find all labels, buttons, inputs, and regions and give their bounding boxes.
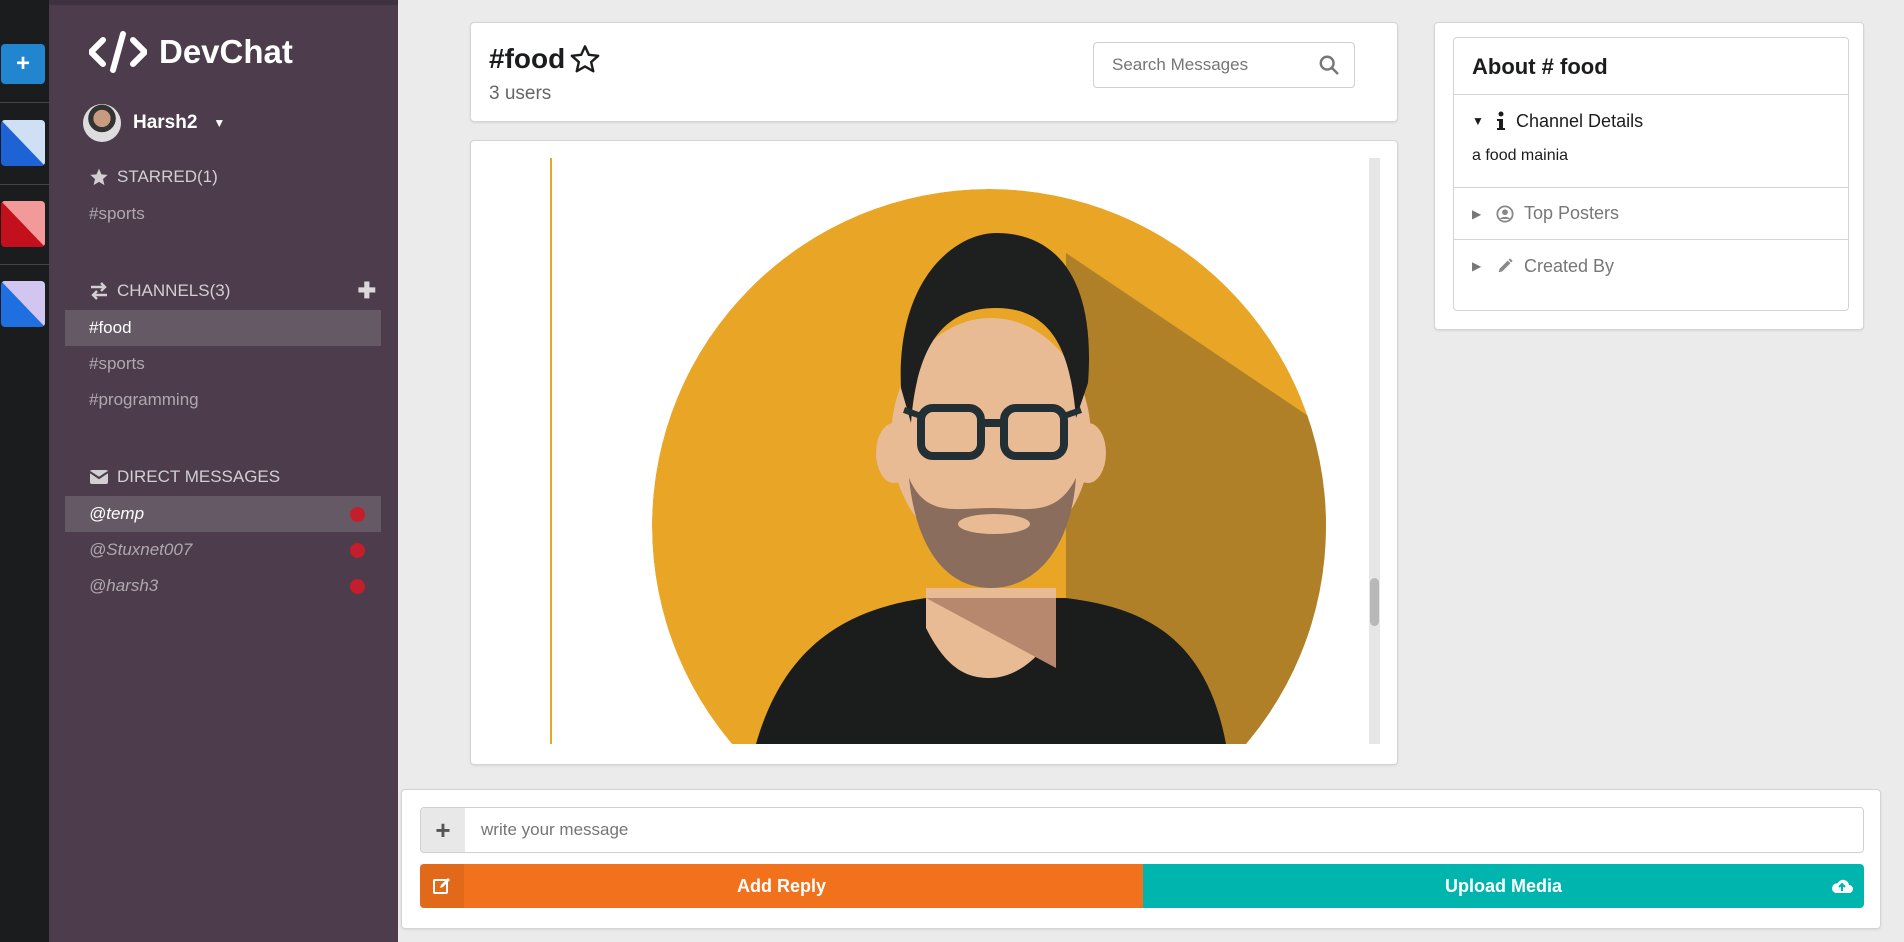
cloud-upload-icon	[1820, 864, 1864, 908]
message-list	[470, 140, 1398, 765]
channel-description: a food mainia	[1454, 147, 1848, 188]
color-swatch[interactable]	[1, 120, 45, 166]
upload-media-label: Upload Media	[1444, 875, 1562, 896]
dm-header: DIRECT MESSAGES	[89, 467, 280, 487]
user-menu[interactable]: Harsh2 ▼	[83, 104, 225, 142]
offline-status-dot	[350, 579, 365, 594]
about-panel: About # food ▼ Channel Details a food ma…	[1453, 37, 1849, 311]
dm-item-harsh3[interactable]: @harsh3	[65, 568, 381, 604]
starred-header-label: STARRED(1)	[117, 167, 218, 186]
created-by-toggle[interactable]: ▶ Created By	[1454, 240, 1848, 292]
user-count: 3 users	[489, 83, 552, 104]
search-icon[interactable]	[1318, 54, 1340, 76]
message-input-group: +	[420, 807, 1864, 853]
channels-header: CHANNELS(3)	[89, 281, 230, 301]
channel-item-programming[interactable]: #programming	[65, 382, 381, 418]
color-swatch[interactable]	[1, 201, 45, 247]
channel-label: #sports	[89, 354, 145, 373]
dm-label: @temp	[89, 504, 145, 523]
channels-header-label: CHANNELS(3)	[117, 281, 231, 300]
user-circle-icon	[1496, 204, 1514, 223]
edit-icon	[420, 864, 464, 908]
add-reply-label: Add Reply	[736, 875, 826, 896]
about-title: About # food	[1454, 38, 1848, 95]
divider	[0, 264, 49, 265]
meta-panel: About # food ▼ Channel Details a food ma…	[1434, 22, 1864, 330]
channel-item-food[interactable]: #food	[65, 310, 381, 346]
sidebar-top-edge	[49, 0, 398, 5]
message-thread-line	[550, 158, 552, 744]
dm-label: @Stuxnet007	[89, 540, 193, 559]
upload-media-button[interactable]: Upload Media	[1143, 864, 1864, 908]
color-panel: +	[0, 0, 49, 942]
avatar	[83, 104, 121, 142]
caret-down-icon: ▼	[1472, 114, 1484, 128]
messages-header: #food 3 users	[470, 22, 1398, 122]
channel-label: #food	[89, 318, 132, 337]
dm-item-temp[interactable]: @temp	[65, 496, 381, 532]
caret-right-icon: ▶	[1472, 259, 1482, 273]
message-form: + Add Reply Upload Media	[401, 789, 1881, 929]
dm-label: @harsh3	[89, 576, 159, 595]
sidebar: DevChat Harsh2 ▼ STARRED(1) #sports CHAN…	[49, 0, 398, 942]
top-posters-label: Top Posters	[1524, 203, 1620, 223]
add-color-button[interactable]: +	[1, 44, 45, 84]
app: + DevChat Harsh2 ▼ STARRED(1) #sports CH…	[0, 0, 1904, 942]
search-input[interactable]	[1094, 43, 1294, 87]
message-scrollbar[interactable]	[1369, 158, 1380, 744]
dm-item-stuxnet007[interactable]: @Stuxnet007	[65, 532, 381, 568]
offline-status-dot	[350, 507, 365, 522]
user-name: Harsh2	[133, 112, 198, 133]
star-icon[interactable]	[569, 43, 601, 75]
divider	[0, 184, 49, 185]
search-box	[1093, 42, 1355, 88]
starred-header: STARRED(1)	[89, 167, 218, 187]
code-logo-icon	[89, 31, 147, 73]
channel-label: #programming	[89, 390, 199, 409]
app-name: DevChat	[159, 33, 293, 70]
channel-details-toggle[interactable]: ▼ Channel Details	[1454, 95, 1848, 147]
star-icon	[90, 168, 108, 186]
caret-right-icon: ▶	[1472, 206, 1482, 221]
add-channel-icon[interactable]: ✚	[358, 278, 376, 304]
exchange-icon	[91, 282, 107, 300]
chevron-down-icon: ▼	[213, 116, 226, 130]
created-by-label: Created By	[1524, 255, 1615, 276]
app-logo: DevChat	[89, 30, 293, 74]
pencil-icon	[1498, 258, 1513, 273]
add-attachment-icon[interactable]: +	[421, 808, 465, 852]
channel-item-sports[interactable]: #sports	[65, 346, 381, 382]
channel-name: #food	[489, 43, 566, 74]
info-icon	[1497, 111, 1505, 130]
color-swatch[interactable]	[1, 281, 45, 327]
starred-item-label: #sports	[89, 204, 145, 223]
offline-status-dot	[350, 543, 365, 558]
channel-details-label: Channel Details	[1516, 110, 1644, 131]
scrollbar-thumb[interactable]	[1370, 578, 1379, 626]
message-input[interactable]	[465, 808, 1863, 852]
channel-title: #food	[489, 43, 601, 75]
starred-item-sports[interactable]: #sports	[65, 196, 381, 232]
mail-icon	[89, 470, 109, 484]
message-image[interactable]	[626, 158, 1326, 744]
add-reply-button[interactable]: Add Reply	[420, 864, 1143, 908]
divider	[0, 102, 49, 103]
dm-header-label: DIRECT MESSAGES	[117, 467, 281, 486]
top-posters-toggle[interactable]: ▶ Top Posters	[1454, 188, 1848, 240]
